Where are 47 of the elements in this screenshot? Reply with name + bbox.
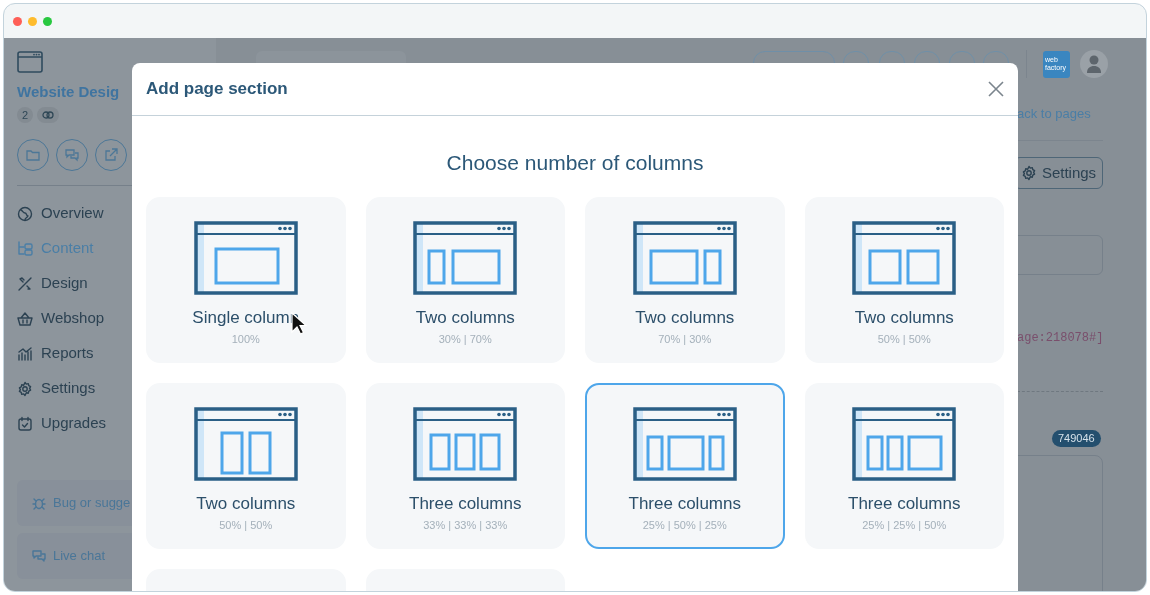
option-title: Three columns	[409, 493, 522, 515]
layout-option-card[interactable]: Two columns 50% | 50%	[146, 383, 346, 549]
option-title: Two columns	[854, 307, 954, 329]
person-icon	[1086, 55, 1102, 73]
option-ratio: 50% | 50%	[219, 518, 273, 533]
option-ratio: 25% | 50% | 25%	[642, 518, 727, 533]
link-icon	[42, 110, 54, 120]
calendar-check-icon	[17, 415, 33, 432]
option-ratio: 100%	[231, 332, 260, 347]
dialog-heading: Choose number of columns	[445, 152, 705, 174]
bar-chart-icon	[17, 345, 33, 362]
layout-option-card[interactable]: Three columns 25% | 50% | 25%	[585, 383, 785, 549]
globe-icon	[17, 205, 33, 222]
website-icon	[17, 51, 43, 73]
option-ratio: 25% | 25% | 50%	[862, 518, 947, 533]
tree-icon	[17, 240, 33, 257]
layout-option-card[interactable]: Three columns 33% | 33% | 33%	[365, 383, 565, 549]
option-ratio: 30% | 70%	[438, 332, 492, 347]
external-link-icon	[103, 147, 119, 163]
option-title: Two columns	[635, 307, 735, 329]
count-badge: 2	[17, 107, 33, 123]
option-ratio: 33% | 33% | 33%	[423, 518, 508, 533]
close-icon	[988, 81, 1004, 97]
option-title: Three columns	[848, 493, 961, 515]
chat-bubbles-icon	[31, 548, 47, 564]
shortcode-text: age:218078#]	[1017, 330, 1104, 347]
option-title: Single column	[192, 307, 300, 329]
layout-option-card[interactable]: Single column 100%	[146, 197, 346, 363]
option-title: Three columns	[628, 493, 741, 515]
basket-icon	[17, 310, 33, 327]
folder-icon	[25, 147, 41, 163]
layout-option-card[interactable]: Two columns 30% | 70%	[365, 197, 565, 363]
id-badge: 749046	[1052, 430, 1101, 447]
dialog-title: Add page section	[146, 78, 288, 101]
project-title: Website Desig	[17, 82, 120, 102]
settings-icon	[17, 380, 33, 397]
layout-option-card[interactable]: Three columns 25% | 25% | 50%	[804, 383, 1004, 549]
option-title: Two columns	[415, 307, 515, 329]
chat-bubbles-icon	[64, 147, 80, 163]
layout-option-card[interactable]: Two columns 70% | 30%	[585, 197, 785, 363]
close-button[interactable]	[986, 79, 1006, 99]
link-badge[interactable]	[37, 107, 59, 123]
option-ratio: 70% | 30%	[658, 332, 712, 347]
avatar[interactable]	[1080, 50, 1108, 78]
layout-option-card[interactable]: Two columns 50% | 50%	[804, 197, 1004, 363]
option-ratio: 50% | 50%	[877, 332, 931, 347]
settings-icon	[1020, 165, 1037, 181]
